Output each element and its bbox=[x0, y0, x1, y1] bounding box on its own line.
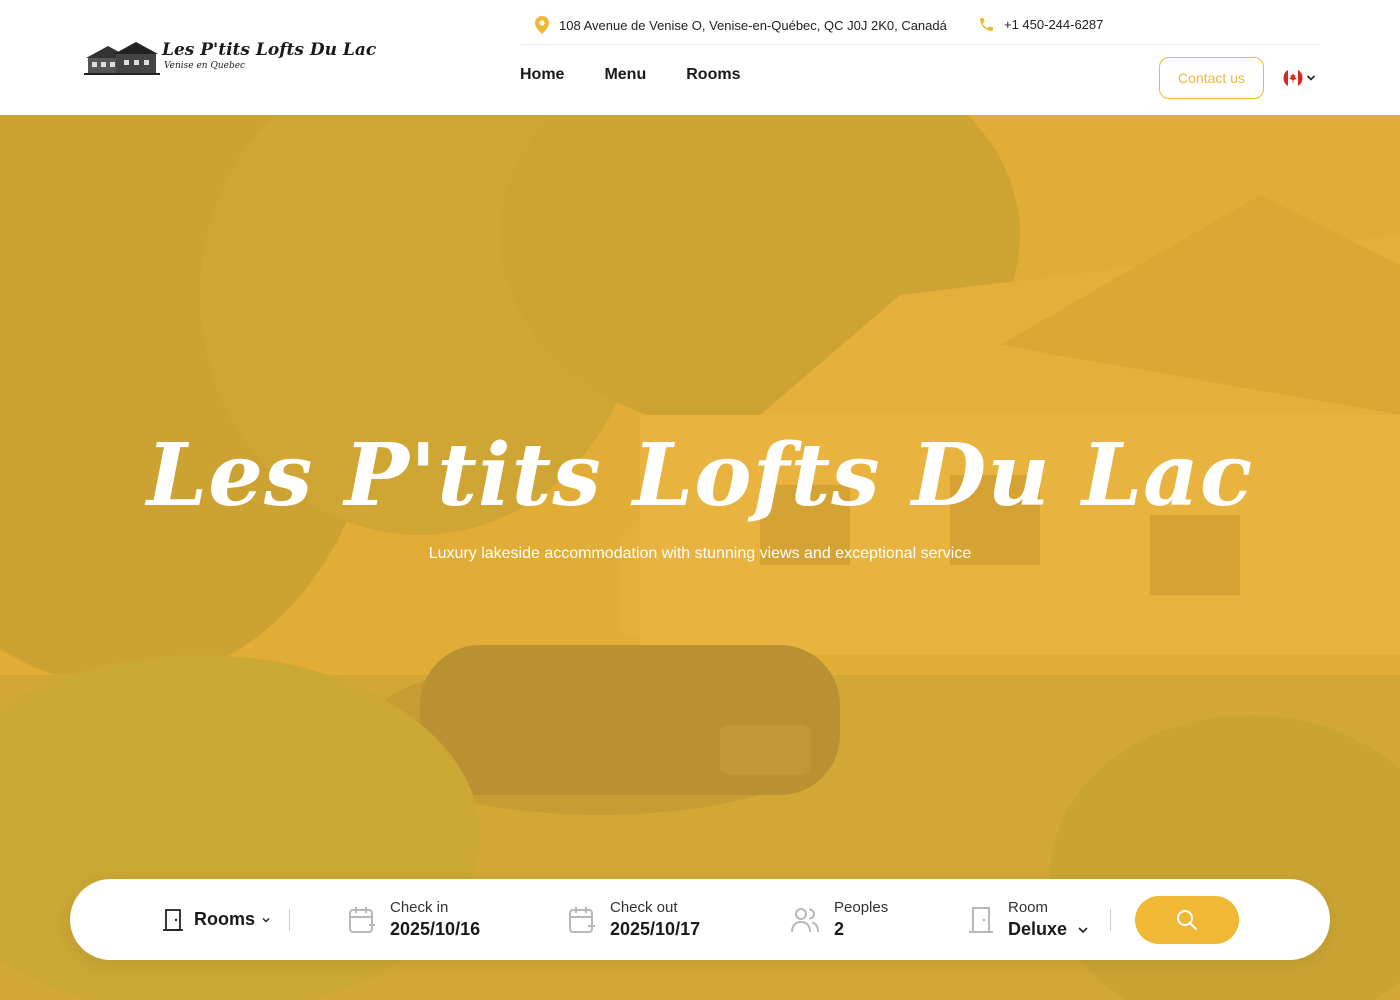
logo-subtitle: Venise en Quebec bbox=[164, 61, 246, 71]
canada-flag-icon bbox=[1283, 68, 1303, 88]
people-icon bbox=[791, 907, 819, 932]
calendar-add-icon bbox=[349, 906, 375, 933]
booking-type-selector[interactable]: Rooms bbox=[162, 879, 271, 960]
people-field[interactable]: Peoples 2 bbox=[790, 879, 888, 960]
people-value: 2 bbox=[834, 919, 845, 939]
checkout-field[interactable]: Check out 2025/10/17 bbox=[568, 879, 700, 960]
address-text: 108 Avenue de Venise O, Venise-en-Québec… bbox=[559, 17, 947, 33]
top-info-bar: 108 Avenue de Venise O, Venise-en-Québec… bbox=[520, 0, 1320, 45]
nav-menu[interactable]: Menu bbox=[604, 66, 646, 84]
checkin-field[interactable]: Check in 2025/10/16 bbox=[348, 879, 480, 960]
phone-info[interactable]: +1 450-244-6287 bbox=[978, 16, 1103, 33]
calendar-remove-icon bbox=[569, 906, 595, 933]
chevron-down-icon bbox=[1306, 75, 1316, 81]
room-label: Room bbox=[1008, 899, 1049, 916]
people-label: Peoples bbox=[834, 899, 889, 916]
checkout-label: Check out bbox=[610, 899, 678, 916]
address-info: 108 Avenue de Venise O, Venise-en-Québec… bbox=[534, 16, 947, 34]
booking-type-value: Rooms bbox=[194, 909, 256, 929]
door-icon bbox=[969, 906, 993, 933]
room-type-field[interactable]: Room Deluxe bbox=[968, 879, 1089, 960]
site-logo[interactable]: Les P'tits Lofts Du Lac Venise en Quebec bbox=[84, 38, 376, 78]
language-selector[interactable] bbox=[1283, 68, 1316, 88]
divider bbox=[289, 909, 290, 931]
nav-rooms[interactable]: Rooms bbox=[686, 66, 740, 84]
phone-text: +1 450-244-6287 bbox=[1004, 17, 1104, 32]
house-logo-icon bbox=[84, 42, 160, 75]
room-value: Deluxe bbox=[1008, 919, 1068, 939]
checkin-value: 2025/10/16 bbox=[390, 919, 481, 939]
nav-home[interactable]: Home bbox=[520, 66, 564, 84]
hero-subtitle: Luxury lakeside accommodation with stunn… bbox=[428, 545, 972, 562]
contact-button[interactable]: Contact us bbox=[1159, 57, 1264, 99]
chevron-down-icon bbox=[262, 917, 270, 922]
logo-title: Les P'tits Lofts Du Lac bbox=[162, 40, 377, 60]
location-pin-icon bbox=[535, 16, 549, 34]
door-icon bbox=[163, 908, 183, 931]
hero-section: Les P'tits Lofts Du Lac Luxury lakeside … bbox=[0, 115, 1400, 1000]
search-icon bbox=[1177, 910, 1198, 931]
main-nav: Home Menu Rooms bbox=[520, 66, 740, 84]
hero-title: Les P'tits Lofts Du Lac bbox=[146, 425, 1254, 526]
booking-search-bar: Rooms Check in 2025/10/16 Check out 2025… bbox=[70, 879, 1330, 960]
site-header: 108 Avenue de Venise O, Venise-en-Québec… bbox=[0, 0, 1400, 115]
phone-icon bbox=[980, 18, 993, 31]
chevron-down-icon bbox=[1078, 927, 1088, 934]
checkin-label: Check in bbox=[390, 899, 449, 916]
checkout-value: 2025/10/17 bbox=[610, 919, 701, 939]
search-button[interactable] bbox=[1135, 896, 1239, 944]
divider bbox=[1110, 909, 1111, 931]
